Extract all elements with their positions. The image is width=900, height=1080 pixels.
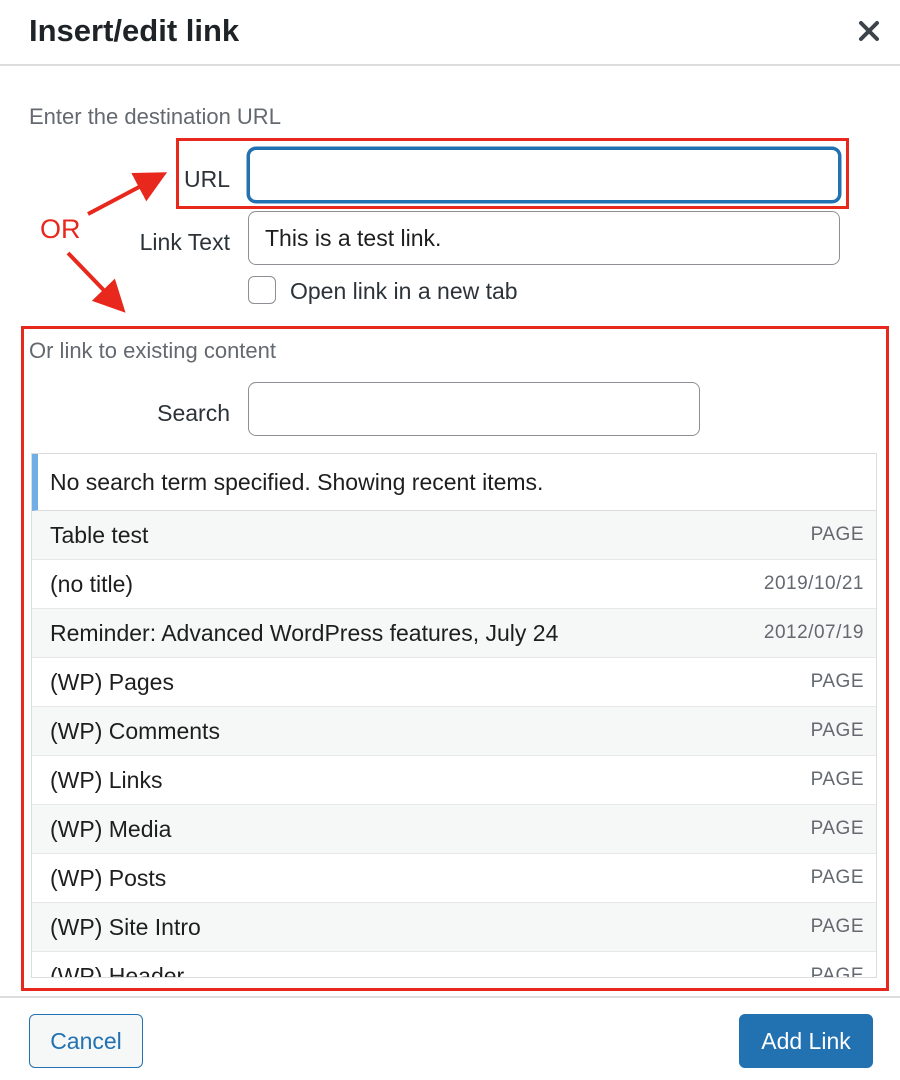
dialog-title: Insert/edit link xyxy=(29,13,240,48)
cancel-button[interactable]: Cancel xyxy=(29,1014,143,1068)
link-text-label: Link Text xyxy=(139,229,230,255)
new-tab-label: Open link in a new tab xyxy=(290,278,518,304)
arrow-to-existing-content-icon xyxy=(66,251,126,313)
dialog-footer: Cancel Add Link xyxy=(0,996,900,1080)
close-button[interactable] xyxy=(852,14,886,48)
dialog-header: Insert/edit link xyxy=(0,0,900,66)
link-text-input[interactable] xyxy=(248,211,840,265)
or-annotation-label: OR xyxy=(40,214,81,244)
existing-content-annotation-box xyxy=(21,326,889,991)
url-section-heading: Enter the destination URL xyxy=(29,104,281,129)
new-tab-checkbox[interactable] xyxy=(248,276,276,304)
url-annotation-box xyxy=(176,138,849,209)
add-link-button[interactable]: Add Link xyxy=(739,1014,873,1068)
close-icon xyxy=(859,21,879,41)
